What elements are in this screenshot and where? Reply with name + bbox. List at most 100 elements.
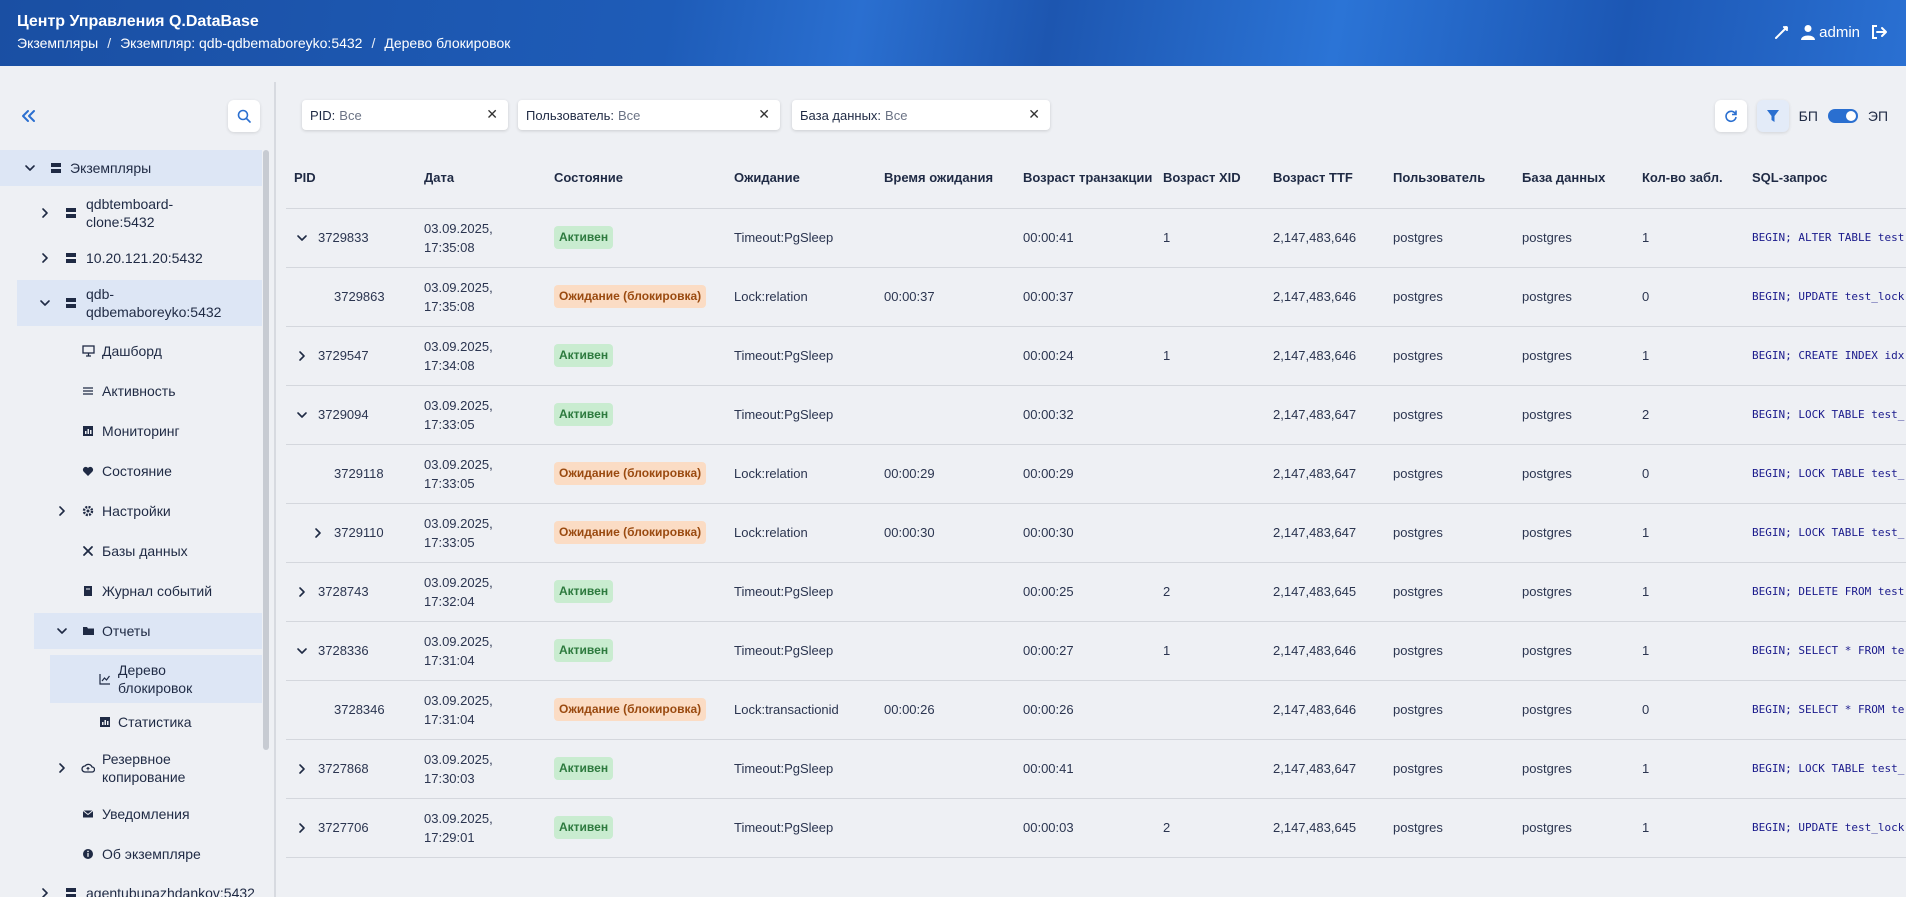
pid-filter[interactable]: PID: Все ✕ — [302, 100, 508, 130]
chevron-down-icon[interactable] — [54, 623, 70, 639]
col-tx-age[interactable]: Возраст транзакции — [1015, 148, 1155, 209]
user-filter[interactable]: Пользователь: Все ✕ — [518, 100, 780, 130]
time-line: 17:29:01 — [424, 829, 475, 845]
chevron-right-icon[interactable] — [310, 525, 326, 541]
chevron-down-icon[interactable] — [294, 407, 310, 423]
sidebar-item-activity[interactable]: Активность — [0, 374, 262, 408]
col-state[interactable]: Состояние — [546, 148, 726, 209]
tx-age-cell: 00:00:41 — [1015, 208, 1155, 268]
col-database[interactable]: База данных — [1514, 148, 1634, 209]
col-wait-time[interactable]: Время ожидания — [876, 148, 1015, 209]
sql-cell[interactable]: BEGIN; SELECT * FROM te — [1744, 621, 1906, 681]
tools-icon[interactable] — [1773, 23, 1791, 41]
sql-cell[interactable]: BEGIN; LOCK TABLE test_ — [1744, 444, 1906, 504]
filter-button[interactable] — [1756, 100, 1789, 132]
sql-cell[interactable]: BEGIN; SELECT * FROM te — [1744, 680, 1906, 740]
chevron-right-icon[interactable] — [294, 584, 310, 600]
ttf-age-cell: 2,147,483,647 — [1265, 385, 1385, 445]
table-row[interactable]: 3728336 03.09.2025, 17:31:04 Активен Timeout… — [286, 621, 1906, 681]
table-row[interactable]: 3729547 03.09.2025, 17:34:08 Активен Timeout… — [286, 326, 1906, 386]
chevron-down-icon[interactable] — [294, 643, 310, 659]
col-wait[interactable]: Ожидание — [726, 148, 876, 209]
database-filter[interactable]: База данных: Все ✕ — [792, 100, 1050, 130]
chevron-down-icon[interactable] — [37, 295, 53, 311]
sidebar-item-about[interactable]: Об экземпляре — [0, 837, 262, 871]
toggle-right-label: ЭП — [1867, 108, 1888, 124]
sidebar-item-settings[interactable]: Настройки — [0, 494, 262, 528]
chevron-right-icon[interactable] — [54, 760, 70, 776]
xid-age-cell — [1155, 267, 1265, 327]
sidebar-item-label: Настройки — [102, 503, 171, 519]
col-locks[interactable]: Кол-во забл. — [1634, 148, 1744, 209]
chevron-right-icon[interactable] — [294, 820, 310, 836]
toggle-left-label: БП — [1798, 108, 1818, 124]
sidebar-item-qdbtemboard[interactable]: qdbtemboard- clone:5432 — [0, 190, 262, 236]
wait-time-cell: 00:00:30 — [876, 503, 1015, 563]
col-date[interactable]: Дата — [416, 148, 546, 209]
user-menu[interactable]: admin — [1801, 24, 1860, 41]
pid-filter-value: Все — [339, 107, 362, 123]
gear-icon — [81, 504, 95, 518]
col-pid[interactable]: PID — [286, 148, 416, 209]
col-sql[interactable]: SQL-запрос — [1744, 148, 1906, 209]
table-row[interactable]: 3727868 03.09.2025, 17:30:03 Активен Timeout… — [286, 739, 1906, 799]
sidebar-item-statistics[interactable]: Статистика — [0, 705, 262, 739]
chevron-right-icon[interactable] — [37, 205, 53, 221]
sidebar-item-databases[interactable]: Базы данных — [0, 534, 262, 568]
state-cell: Ожидание (блокировка) — [546, 680, 726, 740]
clear-user-filter-icon[interactable]: ✕ — [758, 106, 770, 123]
sql-cell[interactable]: BEGIN; LOCK TABLE test_ — [1744, 503, 1906, 563]
col-ttf-age[interactable]: Возраст TTF — [1265, 148, 1385, 209]
chevron-down-icon[interactable] — [294, 230, 310, 246]
mode-toggle[interactable] — [1827, 109, 1858, 123]
sidebar-item-lock-tree[interactable]: Дерево блокировок — [50, 655, 262, 703]
locks-cell: 2 — [1634, 385, 1744, 445]
sidebar-item-event-log[interactable]: Журнал событий — [0, 574, 262, 608]
sql-cell[interactable]: BEGIN; UPDATE test_lock — [1744, 267, 1906, 327]
pid-filter-label: PID: — [310, 107, 336, 123]
sql-cell[interactable]: BEGIN; ALTER TABLE test — [1744, 208, 1906, 268]
xid-age-cell — [1155, 680, 1265, 740]
sql-cell[interactable]: BEGIN; DELETE FROM test — [1744, 562, 1906, 622]
date-line: 03.09.2025, — [424, 515, 493, 531]
table-row[interactable]: 3729863 03.09.2025, 17:35:08 Ожидание (блок… — [286, 267, 1906, 327]
sql-cell[interactable]: BEGIN; UPDATE test_lock — [1744, 798, 1906, 858]
sidebar-item-agentubupazhdankov[interactable]: agentubupazhdankov:5432 — [0, 876, 262, 897]
table-row[interactable]: 3729118 03.09.2025, 17:33:05 Ожидание (блок… — [286, 444, 1906, 504]
logout-icon[interactable] — [1870, 23, 1888, 41]
table-row[interactable]: 3728743 03.09.2025, 17:32:04 Активен Timeout… — [286, 562, 1906, 622]
table-row[interactable]: 3728346 03.09.2025, 17:31:04 Ожидание (блок… — [286, 680, 1906, 740]
sidebar-item-reports[interactable]: Отчеты — [34, 613, 262, 649]
table-row[interactable]: 3729110 03.09.2025, 17:33:05 Ожидание (блок… — [286, 503, 1906, 563]
clear-database-filter-icon[interactable]: ✕ — [1028, 106, 1040, 123]
xid-age-cell — [1155, 444, 1265, 504]
chevron-right-icon[interactable] — [37, 885, 53, 897]
state-cell: Активен — [546, 739, 726, 799]
chevron-right-icon[interactable] — [294, 761, 310, 777]
sidebar-item-backup[interactable]: Резервное копирование — [0, 745, 262, 791]
mail-icon — [81, 807, 95, 821]
table-row[interactable]: 3727706 03.09.2025, 17:29:01 Активен Timeout… — [286, 798, 1906, 858]
sidebar-item-dashboard[interactable]: Дашборд — [0, 334, 262, 368]
chevron-right-icon[interactable] — [37, 250, 53, 266]
sidebar-item-instances[interactable]: Экземпляры — [0, 150, 262, 186]
chevron-right-icon[interactable] — [54, 503, 70, 519]
sql-cell[interactable]: BEGIN; LOCK TABLE test_ — [1744, 739, 1906, 799]
chevron-right-icon[interactable] — [294, 348, 310, 364]
pid-value: 3729110 — [334, 525, 384, 540]
sql-cell[interactable]: BEGIN; CREATE INDEX idx — [1744, 326, 1906, 386]
sidebar-item-qdbemaboreyko[interactable]: qdb- qdbemaboreyko:5432 — [17, 280, 262, 326]
sql-cell[interactable]: BEGIN; LOCK TABLE test_ — [1744, 385, 1906, 445]
col-xid-age[interactable]: Возраст XID — [1155, 148, 1265, 209]
sidebar-item-monitoring[interactable]: Мониторинг — [0, 414, 262, 448]
table-row[interactable]: 3729094 03.09.2025, 17:33:05 Активен Timeout… — [286, 385, 1906, 445]
database-cell: postgres — [1514, 739, 1634, 799]
col-user[interactable]: Пользователь — [1385, 148, 1514, 209]
sidebar-item-notifications[interactable]: Уведомления — [0, 797, 262, 831]
chevron-down-icon[interactable] — [22, 160, 38, 176]
clear-pid-filter-icon[interactable]: ✕ — [486, 106, 498, 123]
sidebar-item-state[interactable]: Состояние — [0, 454, 262, 488]
sidebar-item-10-20-121-20[interactable]: 10.20.121.20:5432 — [0, 240, 262, 276]
refresh-button[interactable] — [1714, 100, 1747, 132]
table-row[interactable]: 3729833 03.09.2025, 17:35:08 Активен Timeout… — [286, 208, 1906, 268]
